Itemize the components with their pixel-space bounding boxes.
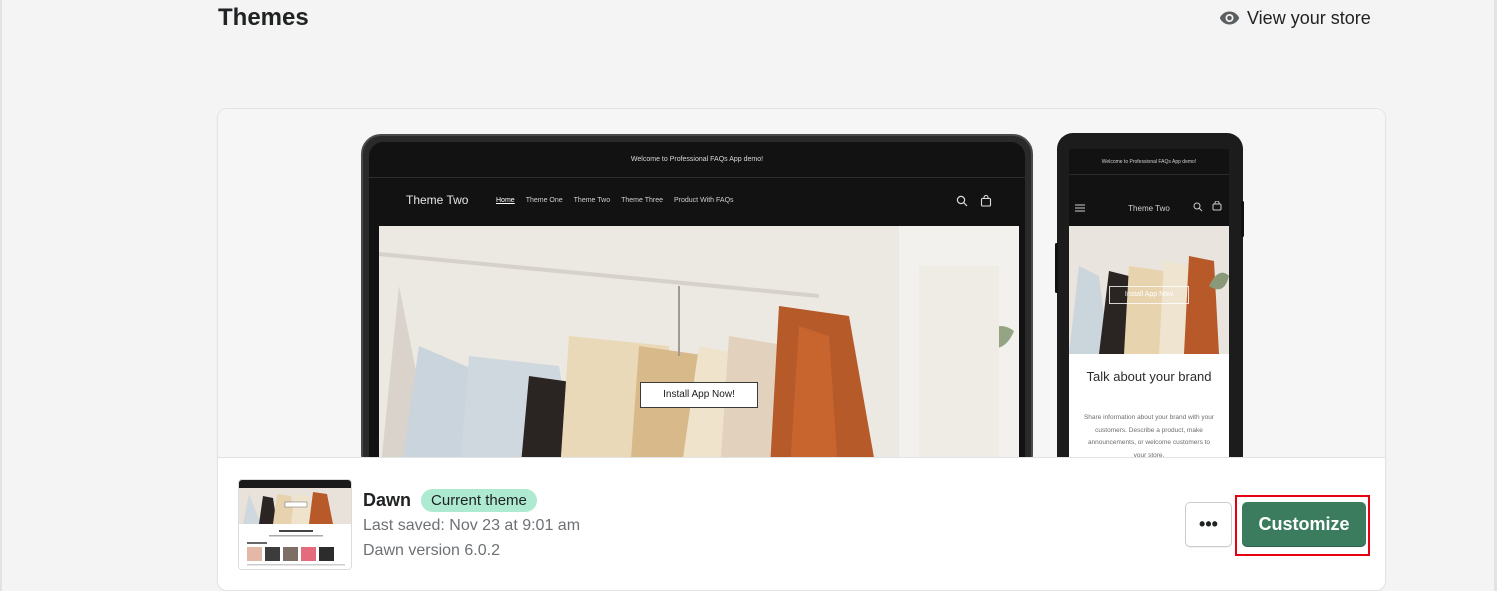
theme-name-row: Dawn Current theme (363, 487, 580, 513)
announcement-bar: Welcome to Professional FAQs App demo! (369, 142, 1025, 178)
card-divider (218, 457, 1385, 458)
desktop-preview-frame: Welcome to Professional FAQs App demo! T… (361, 134, 1033, 457)
nav-item-home: Home (496, 197, 515, 204)
cart-icon (1212, 198, 1222, 216)
more-horizontal-icon: ••• (1199, 514, 1218, 534)
theme-version-text: Dawn version 6.0.2 (363, 542, 500, 559)
hero-image: Install App Now! (379, 226, 1019, 457)
more-actions-button[interactable]: ••• (1185, 502, 1232, 547)
mobile-preview-screen: Welcome to Professional FAQs App demo! T… (1069, 149, 1229, 457)
phone-side-button (1241, 201, 1244, 237)
view-store-label: View your store (1247, 7, 1371, 28)
mobile-brand-section: Talk about your brand Share information … (1069, 354, 1229, 457)
current-theme-badge: Current theme (421, 488, 537, 512)
mobile-announcement-bar: Welcome to Professional FAQs App demo! (1069, 149, 1229, 175)
mobile-hero-image: Install App Now (1069, 226, 1229, 354)
mobile-brand-heading: Talk about your brand (1086, 369, 1212, 384)
theme-info: Dawn Current theme Last saved: Nov 23 at… (363, 487, 580, 563)
phone-side-button (1055, 243, 1058, 293)
search-icon (956, 194, 968, 212)
eye-icon (1219, 10, 1240, 26)
nav-item-product-faqs: Product With FAQs (674, 197, 734, 204)
nav-item-theme-one: Theme One (525, 197, 563, 204)
page-title: Themes (218, 4, 309, 31)
mobile-store-logo: Theme Two (1128, 204, 1170, 213)
view-store-link[interactable]: View your store (1219, 6, 1371, 30)
mobile-brand-text: Share information about your brand with … (1083, 414, 1215, 457)
nav-item-theme-two: Theme Two (573, 197, 611, 204)
theme-card: Welcome to Professional FAQs App demo! T… (218, 109, 1385, 590)
theme-preview[interactable]: Welcome to Professional FAQs App demo! T… (218, 109, 1385, 457)
left-border (0, 0, 2, 591)
store-header-icons (956, 194, 992, 212)
theme-thumbnail (238, 479, 352, 570)
customize-button[interactable]: Customize (1242, 502, 1366, 547)
hero-install-button: Install App Now! (640, 382, 758, 408)
store-logo: Theme Two (406, 193, 469, 207)
nav-item-theme-three: Theme Three (621, 197, 663, 204)
mobile-preview-frame: Welcome to Professional FAQs App demo! T… (1055, 133, 1244, 457)
cart-icon (980, 194, 992, 212)
store-nav: Home Theme One Theme Two Theme Three Pro… (496, 197, 734, 204)
search-icon (1193, 199, 1203, 217)
theme-name: Dawn (363, 489, 412, 510)
desktop-preview-screen: Welcome to Professional FAQs App demo! T… (369, 142, 1025, 457)
last-saved-text: Last saved: Nov 23 at 9:01 am (363, 517, 581, 534)
mobile-hero-button: Install App Now (1109, 286, 1189, 304)
